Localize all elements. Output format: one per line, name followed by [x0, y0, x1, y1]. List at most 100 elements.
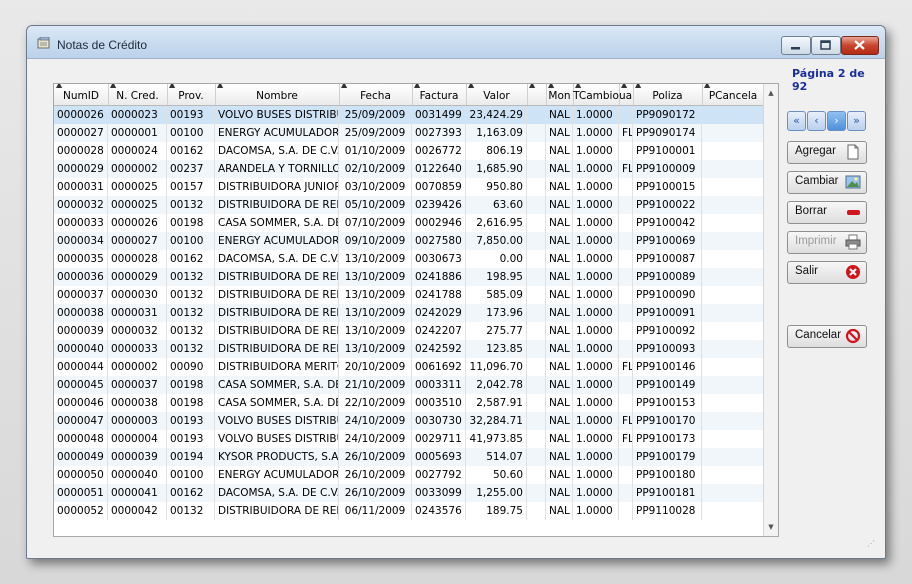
- table-cell: 1.0000: [573, 196, 619, 214]
- table-cell: 0000027: [54, 124, 108, 142]
- last-page-button[interactable]: »: [847, 111, 866, 131]
- table-cell: PP9100015: [633, 178, 702, 196]
- column-header[interactable]: ▲ N. Cred.: [108, 84, 168, 105]
- table-cell: 00193: [167, 106, 215, 124]
- table-cell: 00162: [167, 250, 215, 268]
- table-cell: 1.0000: [573, 286, 619, 304]
- maximize-button[interactable]: [811, 36, 841, 55]
- column-header[interactable]: ▲ Fecha: [339, 84, 413, 105]
- table-cell: VOLVO BUSES DISTRIBUI: [215, 430, 339, 448]
- table-cell: 1.0000: [573, 394, 619, 412]
- column-header[interactable]: ▲: [527, 84, 547, 105]
- prev-page-button[interactable]: ‹: [807, 111, 826, 131]
- column-header[interactable]: ▲ Mon: [546, 84, 574, 105]
- double-chevron-right-icon: »: [853, 114, 860, 127]
- column-header[interactable]: ▲ NumID: [54, 84, 109, 105]
- imprimir-button[interactable]: Imprimir: [787, 231, 867, 254]
- table-row[interactable]: 0000028 0000024 00162 DACOMSA, S.A. DE C.V.…: [54, 142, 764, 160]
- column-header[interactable]: ▲ Poliza: [633, 84, 703, 105]
- resize-grip-icon[interactable]: ⋰: [867, 539, 875, 548]
- table-row[interactable]: 0000052 0000042 00132 DISTRIBUIDORA DE REFA…: [54, 502, 764, 520]
- table-row[interactable]: 0000027000000100100ENERGY ACUMULADORES25…: [54, 124, 764, 142]
- first-page-button[interactable]: «: [787, 111, 806, 131]
- notas-de-credito-window: Notas de Crédito Página 2 de 92 ▲ NumID ▲ N…: [26, 25, 886, 559]
- table-cell: 189.75: [466, 502, 527, 520]
- cambiar-button[interactable]: Cambiar: [787, 171, 867, 194]
- column-header[interactable]: ▲ uai: [619, 84, 634, 105]
- table-cell: 0000023: [108, 106, 167, 124]
- salir-button[interactable]: Salir: [787, 261, 867, 284]
- agregar-button[interactable]: Agregar: [787, 141, 867, 164]
- table-row[interactable]: 0000038 0000031 00132 DISTRIBUIDORA DE REFA…: [54, 304, 764, 322]
- scroll-down-icon[interactable]: ▼: [764, 520, 778, 534]
- column-header[interactable]: ▲ Factura: [412, 84, 467, 105]
- column-header[interactable]: ▲ Prov.: [167, 84, 216, 105]
- table-row[interactable]: 0000035 0000028 00162 DACOMSA, S.A. DE C.V.…: [54, 250, 764, 268]
- table-row[interactable]: 0000039 0000032 00132 DISTRIBUIDORA DE REFA…: [54, 322, 764, 340]
- table-cell: [619, 286, 633, 304]
- table-cell: 0000038: [108, 394, 167, 412]
- table-cell: NAL: [546, 412, 573, 430]
- column-header[interactable]: ▲ Nombre: [215, 84, 340, 105]
- table-cell: [619, 466, 633, 484]
- sort-icon: ▲: [110, 84, 117, 89]
- exit-x-icon: [846, 265, 860, 279]
- table-row[interactable]: 0000033000002600198CASA SOMMER, S.A. DE …: [54, 214, 764, 232]
- sort-icon: ▲: [341, 84, 348, 89]
- table-cell: 0000025: [108, 196, 167, 214]
- table-cell: 1.0000: [573, 340, 619, 358]
- table-row[interactable]: 0000050000004000100ENERGY ACUMULADORES26…: [54, 466, 764, 484]
- table-cell: DISTRIBUIDORA DE REFA: [215, 196, 339, 214]
- table-cell: 2,042.78: [466, 376, 527, 394]
- table-cell: 123.85: [466, 340, 527, 358]
- table-row[interactable]: 0000051 0000041 00162 DACOMSA, S.A. DE C.V.…: [54, 484, 764, 502]
- cancelar-button[interactable]: Cancelar: [787, 325, 867, 348]
- column-header[interactable]: ▲ PCancela: [702, 84, 765, 105]
- table-row[interactable]: 0000034000002700100ENERGY ACUMULADORES09…: [54, 232, 764, 250]
- table-cell: FL: [619, 124, 633, 142]
- column-header[interactable]: ▲ Valor: [466, 84, 528, 105]
- table-row[interactable]: 0000037 0000030 00132 DISTRIBUIDORA DE REFA…: [54, 286, 764, 304]
- table-row[interactable]: 0000049 0000039 00194 KYSOR PRODUCTS, S.A. …: [54, 448, 764, 466]
- table-cell: 275.77: [466, 322, 527, 340]
- table-cell: 1.0000: [573, 250, 619, 268]
- table-row[interactable]: 0000026 0000023 00193 VOLVO BUSES DISTRIBUI…: [54, 106, 764, 124]
- table-cell: 0030673: [412, 250, 466, 268]
- table-cell: 00132: [167, 286, 215, 304]
- minimize-button[interactable]: [781, 36, 811, 55]
- table-row[interactable]: 0000048 0000004 00193 VOLVO BUSES DISTRIBUI…: [54, 430, 764, 448]
- table-cell: 0000029: [108, 268, 167, 286]
- column-header[interactable]: ▲ TCambio: [573, 84, 620, 105]
- table-cell: 0000001: [108, 124, 167, 142]
- table-cell: 00157: [167, 178, 215, 196]
- table-row[interactable]: 0000029 0000002 00237 ARANDELA Y TORNILLOS 0…: [54, 160, 764, 178]
- table-cell: [527, 286, 546, 304]
- title-bar[interactable]: Notas de Crédito: [27, 26, 885, 59]
- credit-notes-table[interactable]: ▲ NumID ▲ N. Cred. ▲ Prov. ▲ Nombre ▲ Fecha ▲ Factu…: [53, 83, 779, 537]
- table-row[interactable]: 0000032 0000025 00132 DISTRIBUIDORA DE REFA…: [54, 196, 764, 214]
- table-cell: NAL: [546, 502, 573, 520]
- table-header: ▲ NumID ▲ N. Cred. ▲ Prov. ▲ Nombre ▲ Fecha ▲ Factu…: [54, 84, 765, 106]
- table-row[interactable]: 0000046000003800198CASA SOMMER, S.A. DE …: [54, 394, 764, 412]
- scroll-up-icon[interactable]: ▲: [764, 86, 778, 100]
- window-title: Notas de Crédito: [57, 38, 148, 52]
- table-cell: 09/10/2009: [339, 232, 412, 250]
- table-row[interactable]: 0000031 0000025 00157 DISTRIBUIDORA JUNIOR,…: [54, 178, 764, 196]
- column-header-label: Mon: [548, 90, 571, 102]
- close-button[interactable]: [841, 36, 879, 55]
- table-cell: 00193: [167, 412, 215, 430]
- table-row[interactable]: 0000045000003700198CASA SOMMER, S.A. DE …: [54, 376, 764, 394]
- table-cell: 585.09: [466, 286, 527, 304]
- next-page-button[interactable]: ›: [827, 111, 846, 131]
- table-row[interactable]: 0000047 0000003 00193 VOLVO BUSES DISTRIBUI…: [54, 412, 764, 430]
- table-cell: [619, 250, 633, 268]
- chevron-right-icon: ›: [834, 114, 839, 127]
- table-row[interactable]: 0000040 0000033 00132 DISTRIBUIDORA DE REFA…: [54, 340, 764, 358]
- table-row[interactable]: 0000036 0000029 00132 DISTRIBUIDORA DE REFA…: [54, 268, 764, 286]
- vertical-scrollbar[interactable]: ▲ ▼: [763, 84, 778, 536]
- table-cell: 0061692: [412, 358, 466, 376]
- table-cell: 0239426: [412, 196, 466, 214]
- table-cell: 0000002: [108, 358, 167, 376]
- borrar-button[interactable]: Borrar: [787, 201, 867, 224]
- table-row[interactable]: 0000044000000200090DISTRIBUIDORA MERITOR…: [54, 358, 764, 376]
